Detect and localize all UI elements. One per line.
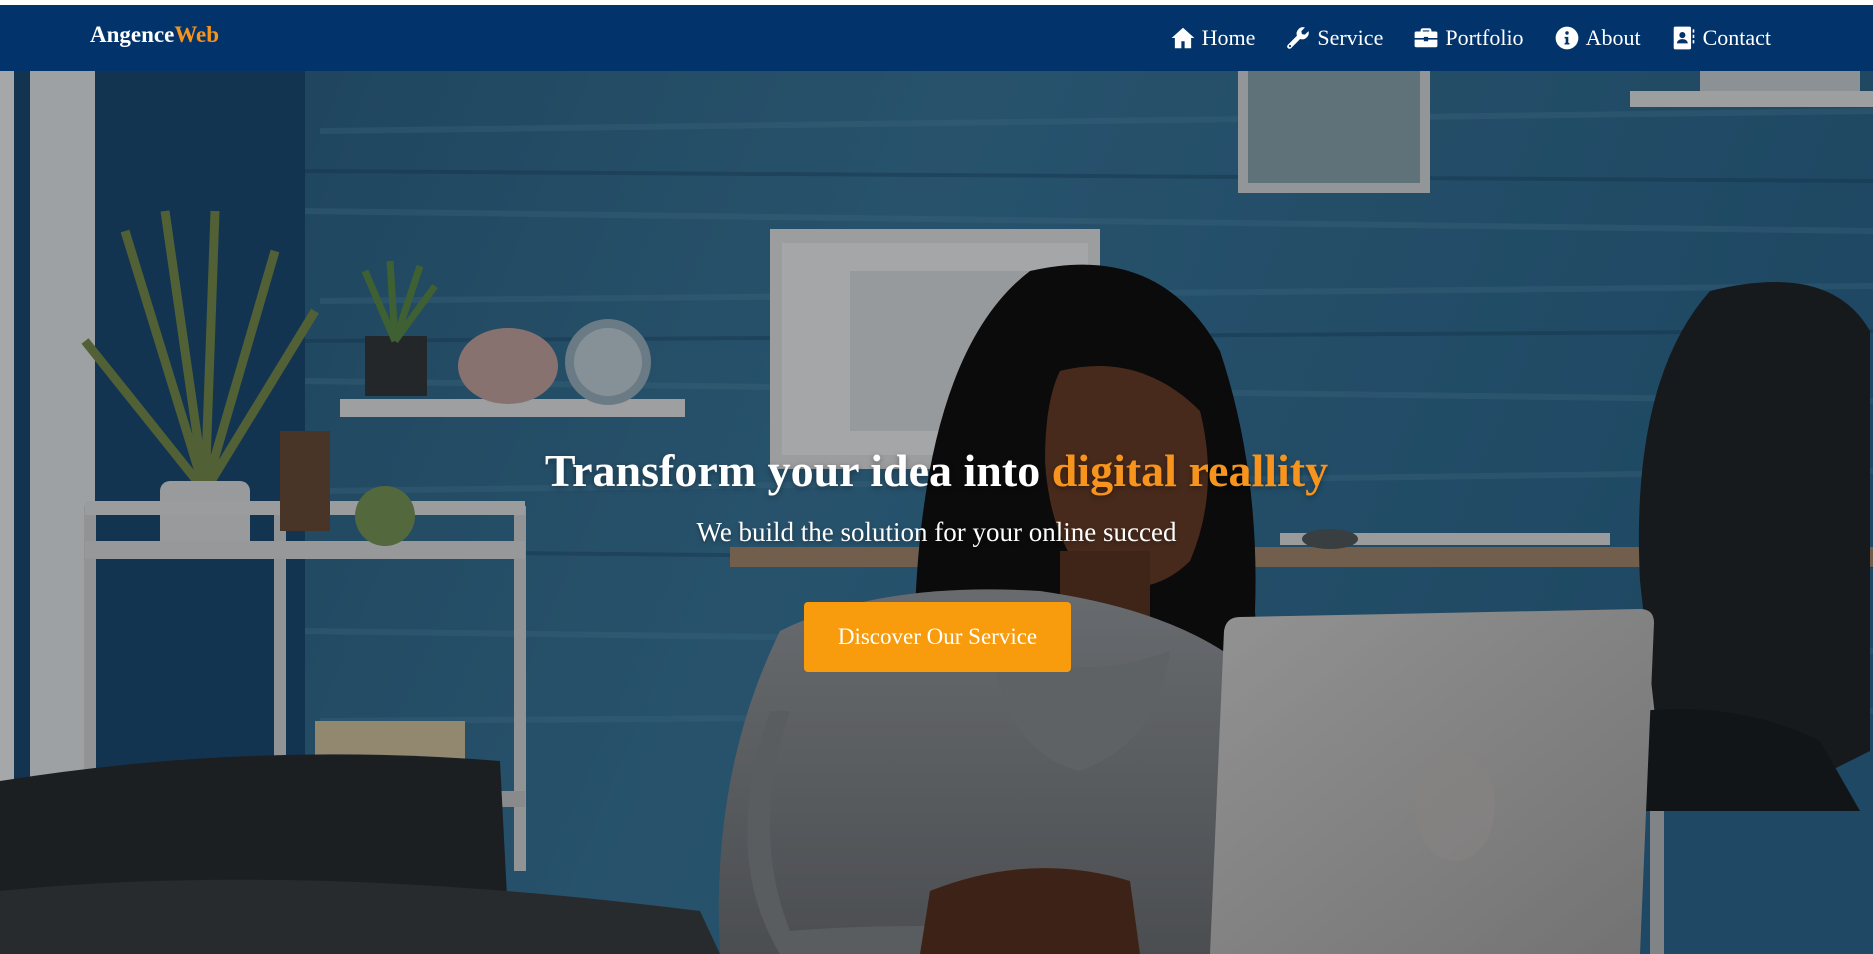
nav-item-contact[interactable]: Contact [1671, 25, 1771, 51]
nav-item-about[interactable]: About [1554, 25, 1641, 51]
contact-card-icon [1671, 25, 1697, 51]
info-circle-icon [1554, 25, 1580, 51]
nav-item-home[interactable]: Home [1170, 25, 1256, 51]
hero-content: Transform your idea into digital reallit… [0, 71, 1873, 954]
navbar: AngenceWeb Home Service Portfolio About … [0, 5, 1873, 71]
briefcase-icon [1413, 25, 1439, 51]
hero-title-main: Transform your idea into [544, 445, 1052, 496]
nav-item-portfolio[interactable]: Portfolio [1413, 25, 1524, 51]
hero-title-highlight: digital reallity [1051, 445, 1329, 496]
nav-item-service[interactable]: Service [1285, 25, 1383, 51]
nav-item-label: Portfolio [1445, 25, 1524, 50]
discover-service-button[interactable]: Discover Our Service [804, 602, 1071, 672]
nav-item-label: About [1585, 25, 1641, 50]
brand-logo[interactable]: AngenceWeb [90, 23, 219, 46]
nav-item-label: Service [1317, 25, 1384, 50]
hero-title: Transform your idea into digital reallit… [0, 445, 1873, 497]
brand-name-accent: Web [174, 22, 220, 47]
home-icon [1170, 25, 1196, 51]
hero-section: Transform your idea into digital reallit… [0, 71, 1873, 954]
nav-item-label: Contact [1702, 25, 1771, 50]
page: AngenceWeb Home Service Portfolio About … [0, 0, 1873, 954]
wrench-icon [1285, 25, 1311, 51]
hero-subtitle: We build the solution for your online su… [696, 517, 1177, 547]
nav-item-label: Home [1201, 25, 1256, 50]
brand-name-primary: Angence [90, 22, 175, 47]
nav-links: Home Service Portfolio About Contact [1170, 5, 1771, 71]
